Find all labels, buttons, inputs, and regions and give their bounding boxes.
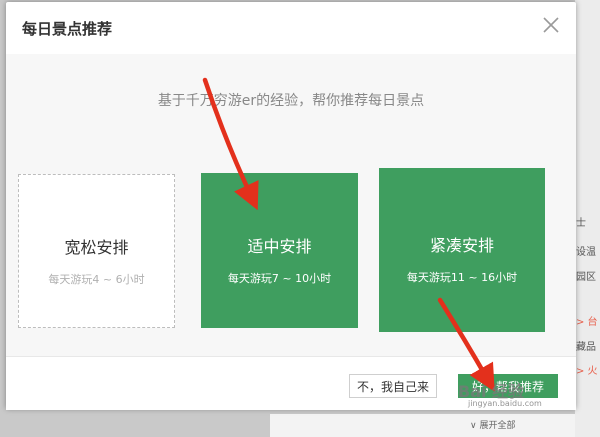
close-icon [543,17,559,33]
manual-plan-button[interactable]: 不，我自己来 [349,374,437,398]
option-name: 宽松安排 [64,238,129,257]
option-desc: 每天游玩7 ~ 10小时 [227,272,332,285]
background-text: > 火 [576,366,598,377]
background-text: 设温 [576,247,596,258]
option-name: 适中安排 [247,237,312,256]
dialog-title: 每日景点推荐 [22,20,113,38]
background-text: 藏品 [576,342,596,353]
option-compact[interactable]: 紧凑安排 每天游玩11 ~ 16小时 [379,168,545,332]
option-relaxed[interactable]: 宽松安排 每天游玩4 ~ 6小时 [18,174,175,328]
option-moderate[interactable]: 适中安排 每天游玩7 ~ 10小时 [201,173,358,328]
background-text: > 台 [576,317,598,328]
dialog-header: 每日景点推荐 [6,2,576,54]
option-name: 紧凑安排 [429,236,494,255]
watermark-url: jingyan.baidu.com [468,399,542,408]
dialog-subtitle: 基于千万穷游er的经验，帮你推荐每日景点 [157,93,425,109]
close-button[interactable] [540,14,562,36]
daily-attractions-dialog: 每日景点推荐 基于千万穷游er的经验，帮你推荐每日景点 宽松安排 每天游玩4 ~… [6,2,576,410]
background-footer [270,414,600,437]
background-text: 士 [576,218,586,229]
option-desc: 每天游玩11 ~ 16小时 [406,271,518,284]
expand-all-link[interactable]: ∨ 展开全部 [470,418,515,431]
option-desc: 每天游玩4 ~ 6小时 [48,273,145,286]
background-text: 园区 [576,272,596,283]
